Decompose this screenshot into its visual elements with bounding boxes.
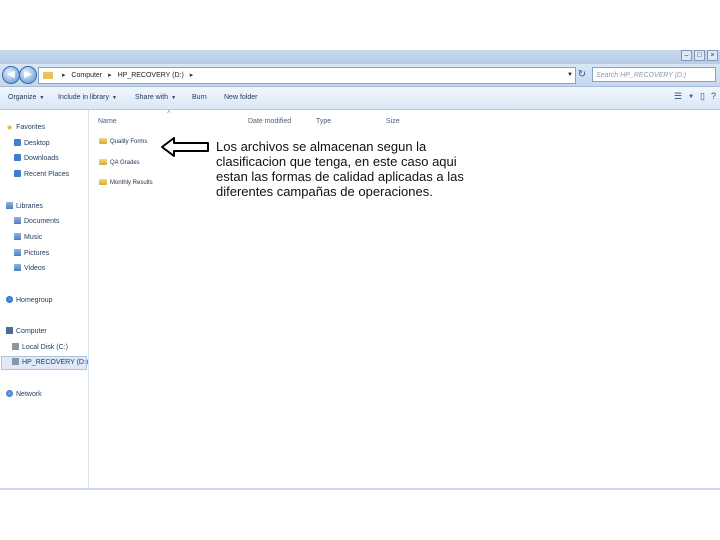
list-item[interactable]: Quality Forms: [99, 136, 147, 148]
include-in-library-label: Include in library: [58, 94, 109, 101]
share-with-button[interactable]: Share with ▼: [135, 87, 176, 109]
column-header-type[interactable]: Type: [316, 116, 331, 128]
sidebar-item-label: Network: [16, 391, 42, 398]
address-row: ◀ ▶ ▸ Computer ▸ HP_RECOVERY (D:) ▸ ▼ ↻ …: [0, 64, 720, 87]
folder-icon: [99, 159, 107, 165]
chevron-right-icon: ▸: [108, 72, 112, 79]
list-item[interactable]: Monthly Results: [99, 177, 153, 189]
organize-button[interactable]: Organize ▼: [8, 87, 44, 109]
chevron-down-icon[interactable]: ▼: [688, 91, 694, 103]
folder-icon: [99, 179, 107, 185]
sidebar-item-label: Local Disk (C:): [22, 344, 68, 351]
view-options-icon[interactable]: ☰: [674, 91, 682, 103]
maximize-button[interactable]: □: [694, 50, 705, 61]
sidebar-item-label: Downloads: [24, 155, 59, 162]
drive-icon: [12, 343, 19, 350]
sidebar-item-documents[interactable]: Documents: [14, 216, 59, 228]
chevron-down-icon: ▼: [39, 95, 45, 101]
include-in-library-button[interactable]: Include in library ▼: [58, 87, 117, 109]
sidebar-item-local-disk[interactable]: Local Disk (C:): [12, 342, 68, 354]
address-bar[interactable]: ▸ Computer ▸ HP_RECOVERY (D:) ▸ ▼: [38, 67, 576, 84]
column-header-size[interactable]: Size: [386, 116, 400, 128]
sidebar-item-network[interactable]: Network: [6, 389, 42, 401]
view-controls: ☰ ▼ ▯ ?: [674, 91, 716, 103]
search-input[interactable]: Search HP_RECOVERY (D:): [592, 67, 716, 82]
window-controls: – □ ×: [681, 50, 718, 61]
minimize-button[interactable]: –: [681, 50, 692, 61]
sort-ascending-icon: ˄: [167, 110, 171, 116]
sidebar-item-homegroup[interactable]: Homegroup: [6, 295, 53, 307]
videos-icon: [14, 264, 21, 271]
file-name: Quality Forms: [110, 139, 148, 145]
pictures-icon: [14, 249, 21, 256]
chevron-right-icon: ▸: [189, 72, 194, 79]
desktop-icon: [14, 139, 21, 146]
help-icon[interactable]: ?: [711, 91, 716, 103]
sidebar-item-label: Recent Places: [24, 171, 70, 178]
list-item[interactable]: QA Grades: [99, 157, 140, 169]
forward-button[interactable]: ▶: [19, 66, 37, 84]
downloads-icon: [14, 154, 21, 161]
sidebar-item-hp-recovery[interactable]: HP_RECOVERY (D:): [1, 356, 89, 370]
command-bar: Organize ▼ Include in library ▼ Share with…: [0, 87, 720, 110]
folder-icon: [99, 138, 107, 144]
sidebar-item-downloads[interactable]: Downloads: [14, 153, 59, 165]
chevron-down-icon: ▼: [171, 95, 177, 101]
breadcrumb-drive[interactable]: HP_RECOVERY (D:): [118, 72, 184, 79]
libraries-icon: [6, 202, 13, 209]
sidebar-item-label: Videos: [24, 265, 46, 272]
preview-pane-icon[interactable]: ▯: [700, 91, 705, 103]
sidebar-item-label: HP_RECOVERY (D:): [22, 359, 89, 366]
sidebar-item-label: Pictures: [24, 250, 50, 257]
file-name: Monthly Results: [110, 180, 153, 186]
sidebar-item-label: Music: [24, 234, 43, 241]
back-button[interactable]: ◀: [2, 66, 20, 84]
sidebar-item-label: Homegroup: [16, 297, 53, 304]
sidebar-item-libraries[interactable]: Libraries: [6, 201, 43, 213]
sidebar-item-desktop[interactable]: Desktop: [14, 138, 50, 150]
sidebar-item-favorites[interactable]: ★ Favorites: [6, 122, 45, 134]
sidebar-item-music[interactable]: Music: [14, 232, 42, 244]
drive-icon: [12, 358, 19, 365]
homegroup-icon: [6, 296, 13, 303]
close-button[interactable]: ×: [707, 50, 718, 61]
file-name: QA Grades: [110, 160, 140, 166]
sidebar-item-computer[interactable]: Computer: [6, 326, 47, 338]
sidebar-item-label: Computer: [16, 328, 47, 335]
sidebar-item-videos[interactable]: Videos: [14, 263, 45, 275]
organize-label: Organize: [8, 94, 37, 101]
sidebar-item-label: Libraries: [16, 203, 43, 210]
title-bar: – □ ×: [0, 50, 720, 64]
explorer-window: – □ × ◀ ▶ ▸ Computer ▸ HP_RECOVERY (D:) …: [0, 50, 720, 490]
recent-places-icon: [14, 170, 21, 177]
column-header-name[interactable]: Name: [98, 116, 117, 128]
documents-icon: [14, 217, 21, 224]
sidebar-item-label: Favorites: [16, 124, 45, 131]
computer-icon: [6, 327, 13, 334]
burn-button[interactable]: Burn: [192, 87, 207, 109]
sidebar-item-label: Desktop: [24, 140, 50, 147]
chevron-right-icon: ▸: [61, 72, 66, 79]
chevron-down-icon: ▼: [111, 95, 117, 101]
breadcrumb-computer[interactable]: Computer: [71, 72, 102, 79]
status-bar: [0, 488, 720, 490]
new-folder-button[interactable]: New folder: [224, 87, 257, 109]
folder-icon: [43, 71, 53, 79]
arrow-left-icon: [161, 137, 209, 157]
share-with-label: Share with: [135, 94, 169, 101]
column-header-date-modified[interactable]: Date modified: [248, 116, 291, 128]
music-icon: [14, 233, 21, 240]
navigation-pane: ★ Favorites Desktop Downloads Recent Plac…: [0, 110, 89, 490]
annotation-text: Los archivos se almacenan segun la clasi…: [216, 139, 464, 199]
refresh-icon[interactable]: ↻: [576, 68, 588, 81]
sidebar-item-label: Documents: [24, 218, 60, 225]
star-icon: ★: [6, 123, 14, 132]
network-icon: [6, 390, 13, 397]
sidebar-item-pictures[interactable]: Pictures: [14, 248, 49, 260]
sidebar-item-recent-places[interactable]: Recent Places: [14, 169, 69, 181]
chevron-down-icon[interactable]: ▼: [567, 68, 573, 83]
